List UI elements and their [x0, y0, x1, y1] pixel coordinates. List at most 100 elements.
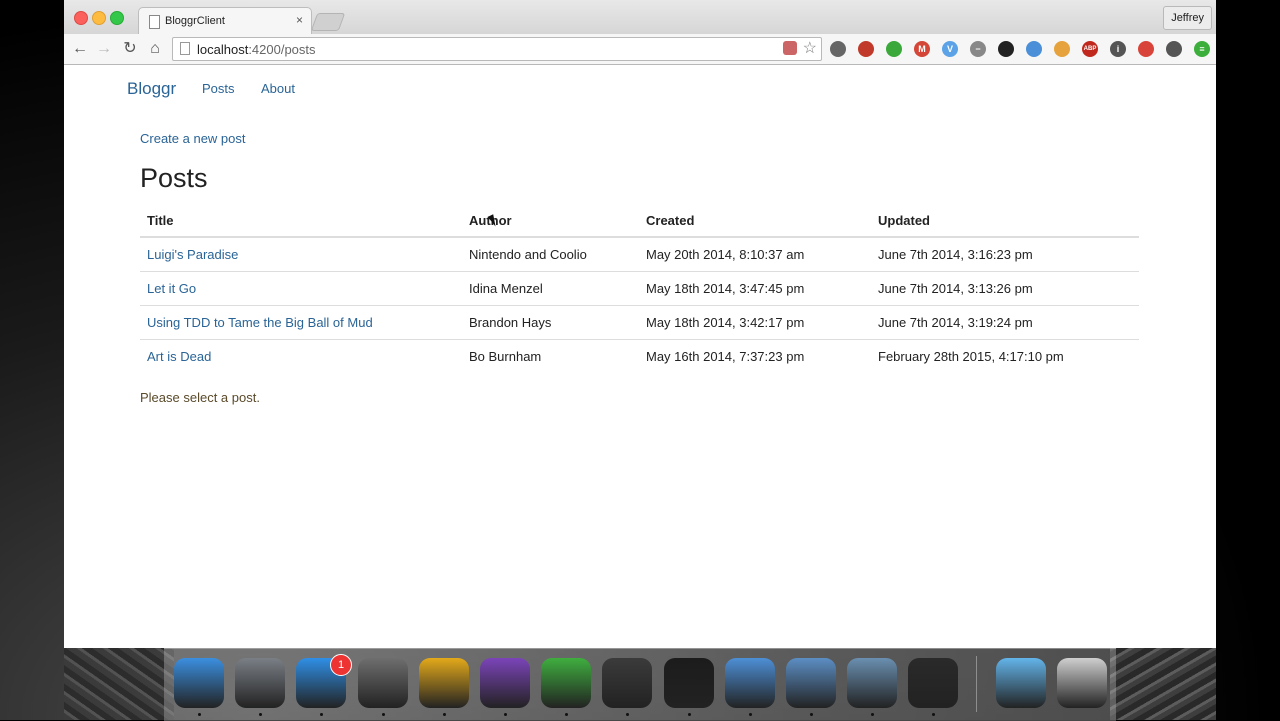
table-header-row: Title Author Created Updated	[140, 204, 1139, 238]
running-indicator	[932, 713, 935, 716]
post-author: Idina Menzel	[462, 271, 639, 306]
trash-icon[interactable]	[1057, 658, 1107, 708]
evernote-leaf-icon[interactable]	[886, 41, 902, 57]
post-title-link[interactable]: Let it Go	[140, 271, 462, 306]
url-text[interactable]: localhost:4200/posts	[197, 42, 316, 57]
tab-close-icon[interactable]: ×	[296, 13, 303, 27]
forward-arrow-icon[interactable]: →	[94, 39, 114, 59]
post-updated: June 7th 2014, 3:16:23 pm	[871, 236, 1139, 272]
adblock-plus-icon[interactable]: ABP	[1082, 41, 1098, 57]
running-indicator	[443, 713, 446, 716]
minus-circle-icon[interactable]: −	[970, 41, 986, 57]
zoom-window-button[interactable]	[110, 11, 124, 25]
app-store-badge: 1	[330, 654, 352, 676]
brand-link[interactable]: Bloggr	[127, 79, 176, 99]
dash-icon[interactable]	[480, 658, 530, 708]
plus-square-icon[interactable]	[858, 41, 874, 57]
wallpaper-rock-right	[1110, 648, 1216, 720]
chrome-menu-icon[interactable]: ≡	[1194, 41, 1210, 57]
running-indicator	[810, 713, 813, 716]
page-icon	[149, 15, 160, 29]
new-tab-button[interactable]	[310, 13, 346, 31]
running-indicator	[871, 713, 874, 716]
numbers-calculator-icon[interactable]	[847, 658, 897, 708]
bookmark-star-icon[interactable]: ☆	[803, 38, 817, 58]
table-row: Luigi's Paradise Nintendo and Coolio May…	[140, 236, 1139, 272]
select-post-message: Please select a post.	[140, 390, 260, 405]
post-title-link[interactable]: Using TDD to Tame the Big Ball of Mud	[140, 305, 462, 340]
reload-icon[interactable]: ↻	[120, 39, 140, 59]
post-updated: June 7th 2014, 3:19:24 pm	[871, 305, 1139, 340]
running-indicator	[504, 713, 507, 716]
keynote-icon[interactable]	[725, 658, 775, 708]
downloads-folder-icon[interactable]	[996, 658, 1046, 708]
running-indicator	[320, 713, 323, 716]
page-info-icon[interactable]	[180, 42, 190, 55]
running-indicator	[382, 713, 385, 716]
url-path: :4200/posts	[248, 42, 316, 57]
finder-icon[interactable]	[174, 658, 224, 708]
post-author: Nintendo and Coolio	[462, 236, 639, 272]
minimize-window-button[interactable]	[92, 11, 106, 25]
table-row: Art is Dead Bo Burnham May 16th 2014, 7:…	[140, 339, 1139, 373]
browser-window: BloggrClient × Jeffrey ← → ↻ ⌂ localhost…	[64, 0, 1216, 648]
column-header-updated: Updated	[871, 204, 1139, 238]
pocket-icon[interactable]	[1166, 41, 1182, 57]
nav-link-posts[interactable]: Posts	[202, 81, 235, 96]
launchpad-icon[interactable]	[235, 658, 285, 708]
chrome-icon[interactable]	[419, 658, 469, 708]
nav-link-about[interactable]: About	[261, 81, 295, 96]
url-host: localhost	[197, 42, 249, 57]
bookmark-red-icon[interactable]	[1138, 41, 1154, 57]
vimium-icon[interactable]: V	[942, 41, 958, 57]
table-row: Using TDD to Tame the Big Ball of Mud Br…	[140, 305, 1139, 340]
post-updated: February 28th 2015, 4:17:10 pm	[871, 339, 1139, 373]
system-preferences-icon[interactable]	[358, 658, 408, 708]
running-indicator	[688, 713, 691, 716]
back-arrow-icon[interactable]: ←	[70, 39, 90, 59]
web-page: Bloggr Posts About Create a new post Pos…	[64, 65, 1216, 648]
table-row: Let it Go Idina Menzel May 18th 2014, 3:…	[140, 271, 1139, 306]
info-icon[interactable]: i	[1110, 41, 1126, 57]
post-created: May 16th 2014, 7:37:23 pm	[639, 339, 871, 373]
pinwheel-icon[interactable]	[1054, 41, 1070, 57]
eyedropper-icon[interactable]	[830, 41, 846, 57]
post-title-link[interactable]: Art is Dead	[140, 339, 462, 373]
wallpaper-rock-left	[64, 648, 174, 720]
gmail-icon[interactable]: M	[914, 41, 930, 57]
posts-table: Title Author Created Updated Luigi's Par…	[140, 204, 1139, 373]
evernote-icon[interactable]	[541, 658, 591, 708]
dock-separator	[976, 656, 977, 712]
column-header-created: Created	[639, 204, 871, 238]
create-post-link[interactable]: Create a new post	[140, 131, 246, 146]
browser-toolbar: ← → ↻ ⌂ localhost:4200/posts ☆ M V − ABP i ≡	[64, 34, 1216, 65]
page-action-icon[interactable]	[783, 41, 797, 55]
home-icon[interactable]: ⌂	[145, 39, 165, 59]
quicktime-icon[interactable]	[908, 658, 958, 708]
page-title: Posts	[140, 163, 208, 193]
post-author: Bo Burnham	[462, 339, 639, 373]
running-indicator	[198, 713, 201, 716]
info-blue-icon[interactable]	[1026, 41, 1042, 57]
column-header-title: Title	[140, 204, 462, 238]
tab-title: BloggrClient	[165, 15, 225, 27]
post-updated: June 7th 2014, 3:13:26 pm	[871, 271, 1139, 306]
post-author: Brandon Hays	[462, 305, 639, 340]
profile-button[interactable]: Jeffrey	[1163, 6, 1212, 30]
address-bar[interactable]: localhost:4200/posts ☆	[172, 37, 822, 61]
close-window-button[interactable]	[74, 11, 88, 25]
post-title-link[interactable]: Luigi's Paradise	[140, 236, 462, 272]
post-created: May 18th 2014, 3:42:17 pm	[639, 305, 871, 340]
terminal-icon[interactable]	[664, 658, 714, 708]
screenflow-icon[interactable]	[786, 658, 836, 708]
post-created: May 20th 2014, 8:10:37 am	[639, 236, 871, 272]
running-indicator	[626, 713, 629, 716]
running-indicator	[259, 713, 262, 716]
sync-icon[interactable]	[998, 41, 1014, 57]
tab-strip: BloggrClient × Jeffrey	[64, 0, 1216, 35]
sublime-text-icon[interactable]	[602, 658, 652, 708]
running-indicator	[749, 713, 752, 716]
tab-bloggrclient[interactable]: BloggrClient ×	[138, 7, 312, 35]
post-created: May 18th 2014, 3:47:45 pm	[639, 271, 871, 306]
running-indicator	[565, 713, 568, 716]
